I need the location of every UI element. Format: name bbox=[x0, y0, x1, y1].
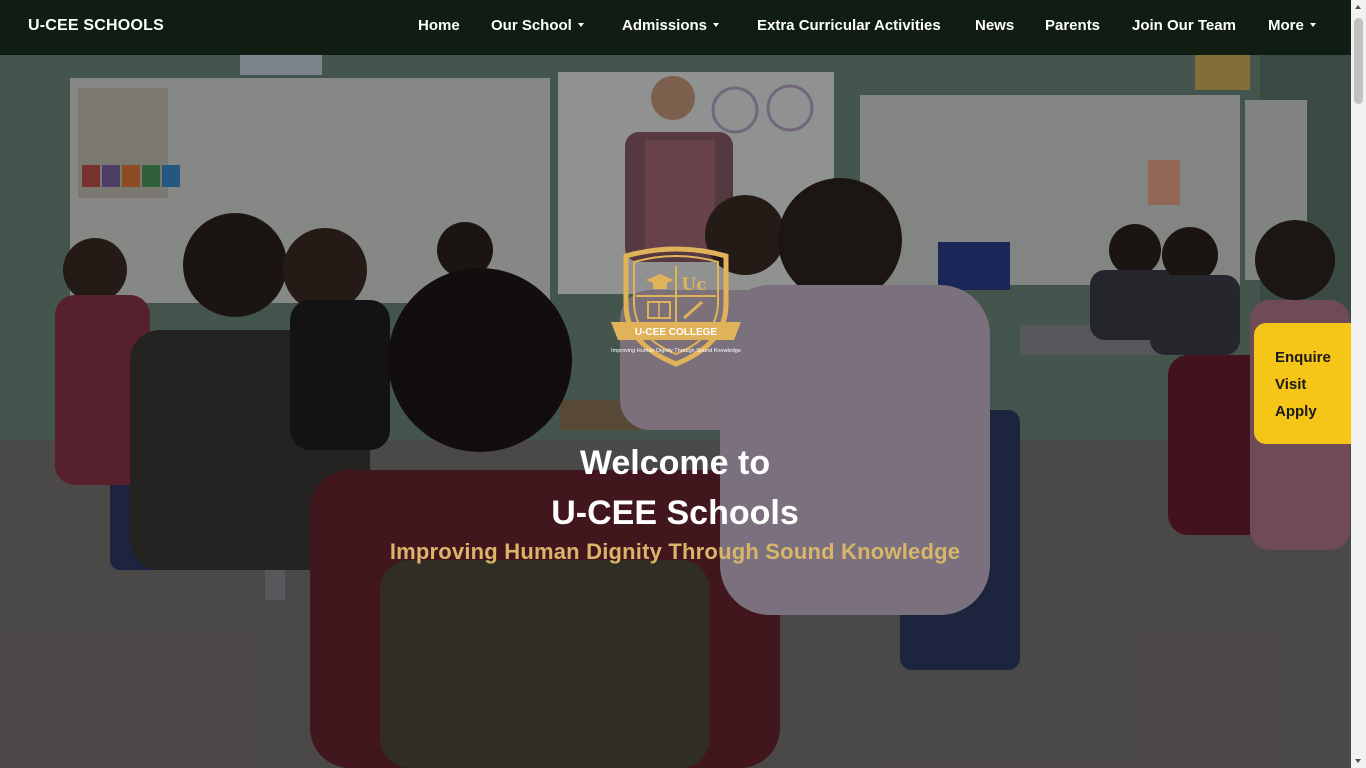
brand-logo-text[interactable]: U-CEE SCHOOLS bbox=[28, 17, 164, 35]
hero-tagline: Improving Human Dignity Through Sound Kn… bbox=[389, 539, 961, 564]
nav-more[interactable]: More bbox=[1268, 17, 1316, 34]
nav-parents[interactable]: Parents bbox=[1045, 17, 1100, 34]
nav-our-school[interactable]: Our School bbox=[491, 17, 584, 34]
side-cta-panel: Enquire Visit Apply bbox=[1254, 323, 1351, 444]
nav-parents-label: Parents bbox=[1045, 17, 1101, 34]
welcome-line-1: Welcome to bbox=[579, 444, 771, 482]
svg-text:Improving Human Dignity Throug: Improving Human Dignity Through Sound Kn… bbox=[611, 348, 741, 354]
page-scrollbar[interactable] bbox=[1351, 0, 1366, 768]
nav-join-our-team[interactable]: Join Our Team bbox=[1132, 17, 1236, 34]
nav-home[interactable]: Home bbox=[418, 17, 460, 34]
top-navbar: U-CEE SCHOOLS Home Our School Admissions… bbox=[0, 0, 1351, 55]
cta-enquire-link[interactable]: Enquire bbox=[1275, 349, 1331, 366]
svg-text:U-CEE COLLEGE: U-CEE COLLEGE bbox=[635, 327, 718, 338]
nav-home-label: Home bbox=[418, 17, 460, 34]
school-crest-logo: Uc U-CEE COLLEGE Improving Human Dignity… bbox=[611, 246, 741, 367]
scroll-down-arrow-icon[interactable] bbox=[1355, 759, 1361, 763]
nav-extra-curricular[interactable]: Extra Curricular Activities bbox=[757, 17, 941, 34]
svg-text:Uc: Uc bbox=[681, 275, 706, 295]
scroll-up-arrow-icon[interactable] bbox=[1355, 5, 1361, 9]
cta-apply-link[interactable]: Apply bbox=[1275, 403, 1317, 420]
nav-extra-curricular-label: Extra Curricular Activities bbox=[757, 17, 941, 34]
nav-admissions[interactable]: Admissions bbox=[622, 17, 720, 34]
scrollbar-thumb[interactable] bbox=[1354, 18, 1363, 104]
nav-our-school-label: Our School bbox=[491, 17, 572, 34]
welcome-line-2: U-CEE Schools bbox=[551, 494, 799, 532]
hero-dark-overlay bbox=[0, 0, 1366, 768]
nav-admissions-label: Admissions bbox=[622, 17, 708, 34]
chevron-down-icon bbox=[577, 23, 584, 28]
nav-news[interactable]: News bbox=[975, 17, 1014, 34]
chevron-down-icon bbox=[1309, 23, 1316, 28]
cta-visit-link[interactable]: Visit bbox=[1275, 376, 1306, 393]
hero-section: Uc U-CEE COLLEGE Improving Human Dignity… bbox=[0, 0, 1366, 768]
hero-heading: Welcome to U-CEE Schools bbox=[375, 438, 975, 538]
nav-news-label: News bbox=[975, 17, 1015, 34]
nav-join-our-team-label: Join Our Team bbox=[1132, 17, 1236, 34]
nav-more-label: More bbox=[1268, 17, 1304, 34]
chevron-down-icon bbox=[713, 23, 720, 28]
